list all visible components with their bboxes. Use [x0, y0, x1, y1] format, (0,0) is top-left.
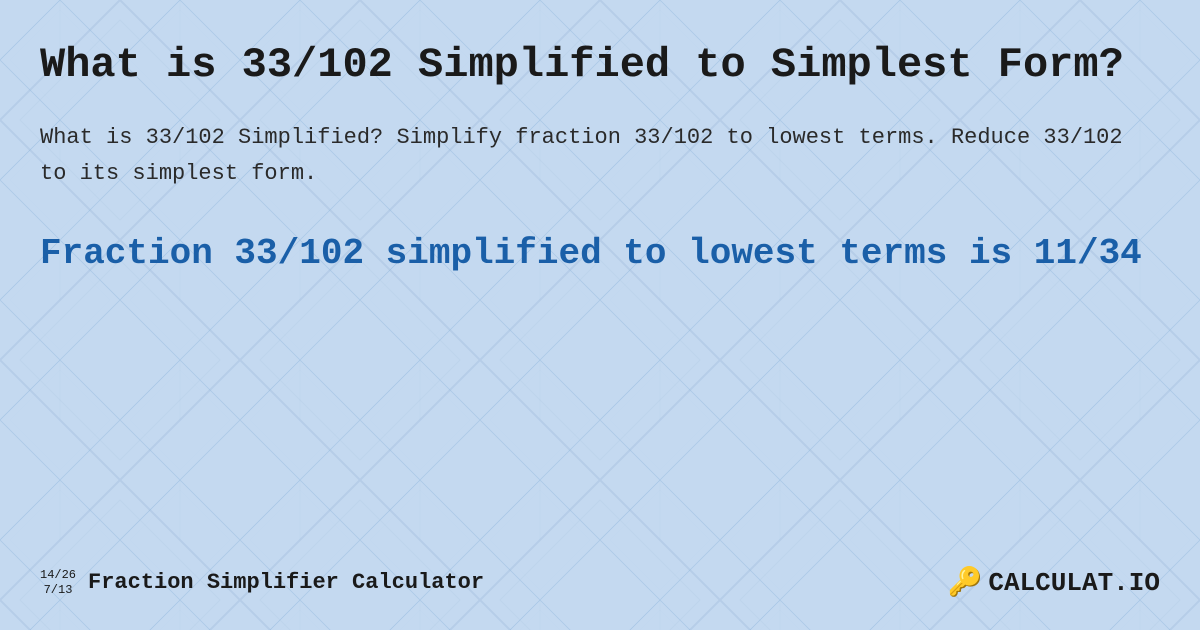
logo-text: CALCULAT.IO	[988, 568, 1160, 598]
result-text: Fraction 33/102 simplified to lowest ter…	[40, 231, 1160, 278]
fraction-stack: 14/26 7/13	[40, 568, 76, 597]
fraction-top: 14/26	[40, 568, 76, 582]
fraction-bottom: 7/13	[44, 583, 73, 597]
logo-icon: 🔑	[947, 565, 982, 600]
site-logo[interactable]: 🔑 CALCULAT.IO	[947, 565, 1160, 600]
result-section: Fraction 33/102 simplified to lowest ter…	[40, 231, 1160, 278]
page-title: What is 33/102 Simplified to Simplest Fo…	[40, 40, 1160, 90]
footer: 14/26 7/13 Fraction Simplifier Calculato…	[40, 555, 1160, 600]
description-text: What is 33/102 Simplified? Simplify frac…	[40, 120, 1160, 190]
footer-label: Fraction Simplifier Calculator	[88, 570, 484, 595]
